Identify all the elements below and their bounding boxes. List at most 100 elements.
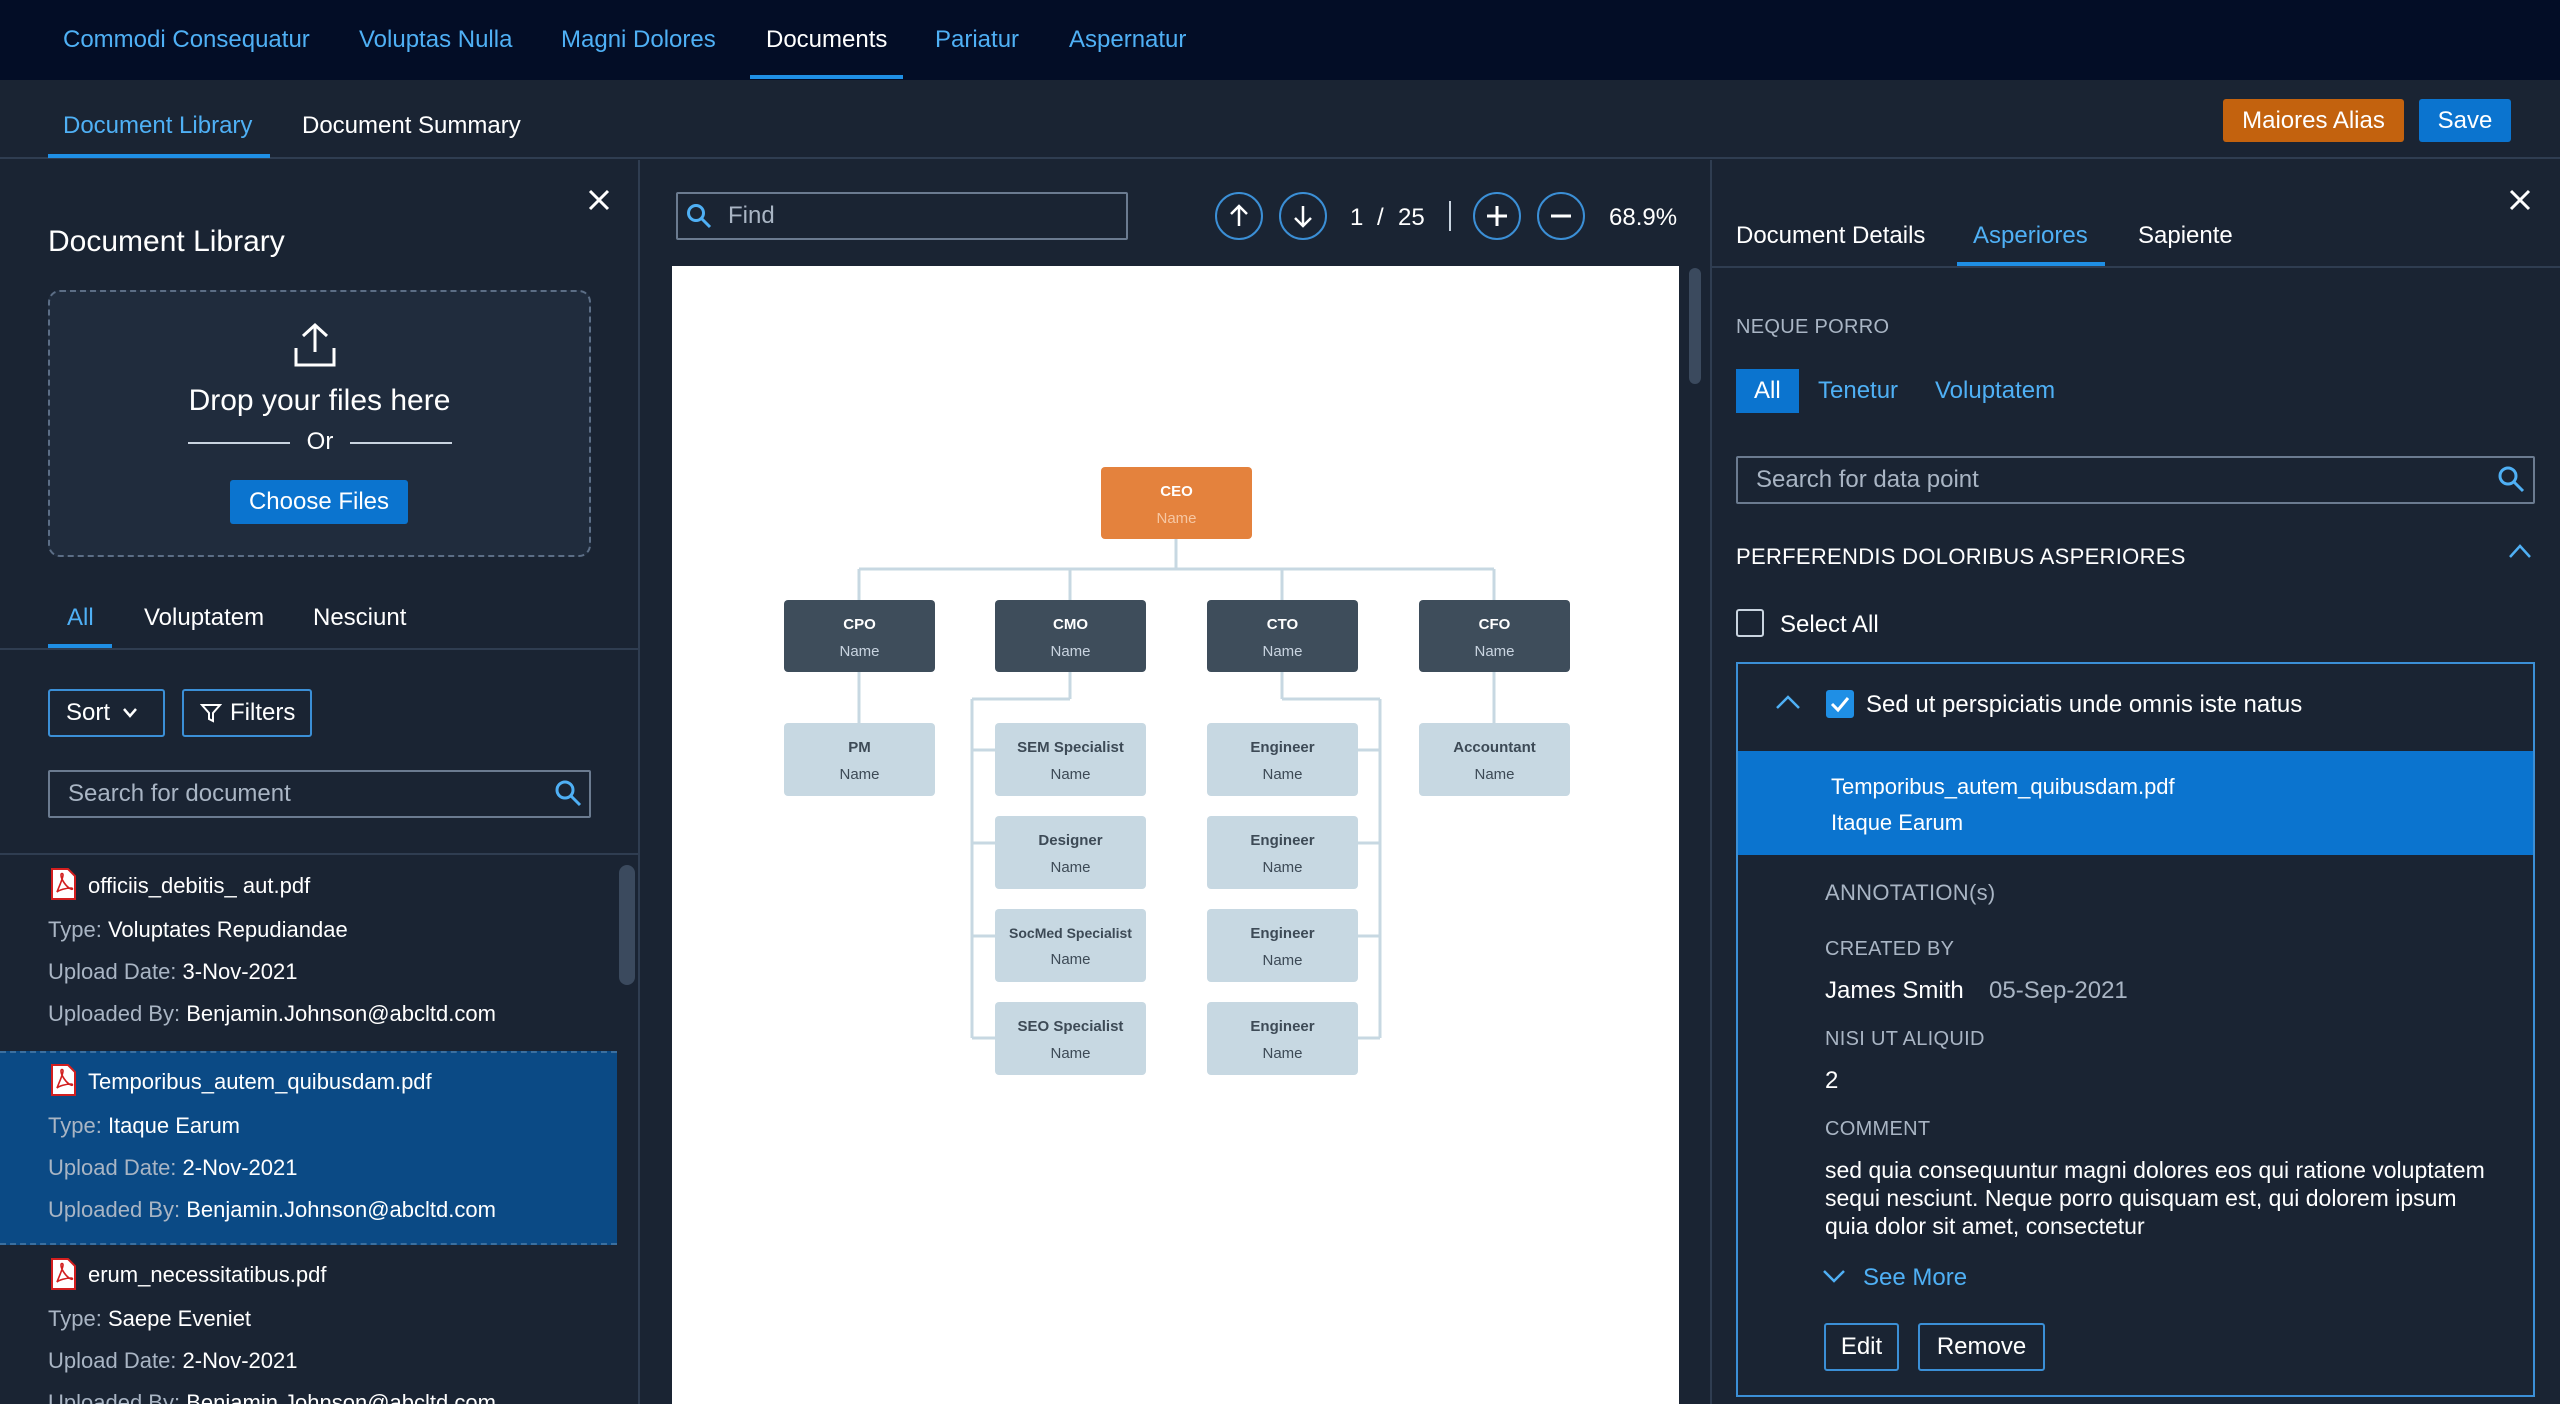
uploaded-by-label: Uploaded By:	[48, 1197, 181, 1222]
sort-button[interactable]: Sort	[48, 689, 165, 737]
topnav-item-magni[interactable]: Magni Dolores	[561, 0, 716, 80]
org-node-title: Engineer	[1250, 925, 1315, 942]
data-point-search-icon[interactable]	[2497, 465, 2525, 493]
close-details-icon[interactable]	[2508, 188, 2532, 212]
document-uploaded-by: Benjamin.Johnson@abcltd.com	[186, 1001, 496, 1026]
org-chart-connectors	[857, 539, 1496, 1040]
org-node-title: PM	[848, 739, 871, 756]
topnav-item-aspernatur[interactable]: Aspernatur	[1069, 0, 1186, 80]
topnav-item-commodi[interactable]: Commodi Consequatur	[63, 0, 310, 80]
page-current[interactable]: 1	[1350, 204, 1363, 232]
created-by-name: James Smith	[1825, 977, 1964, 1004]
collapse-chevron-icon[interactable]	[1775, 694, 1801, 710]
subtab-active-indicator	[48, 154, 270, 158]
card-file-name: Temporibus_autem_quibusdam.pdf	[1831, 774, 2175, 799]
document-list-scrollbar[interactable]	[619, 865, 635, 985]
choose-files-button[interactable]: Choose Files	[230, 480, 408, 524]
type-label: Type:	[48, 1306, 102, 1331]
select-all-label: Select All	[1780, 611, 1879, 638]
remove-button[interactable]: Remove	[1918, 1323, 2045, 1371]
document-name: erum_necessitatibus.pdf	[88, 1262, 327, 1287]
document-name: Temporibus_autem_quibusdam.pdf	[88, 1069, 432, 1094]
comment-line: quia dolor sit amet, consectetur	[1825, 1213, 2145, 1239]
org-node-name: Name	[1156, 510, 1197, 527]
topnav-item-pariatur[interactable]: Pariatur	[935, 0, 1019, 80]
uploaded-by-label: Uploaded By:	[48, 1001, 181, 1026]
find-placeholder: Find	[728, 202, 775, 229]
filter-all[interactable]: All	[1736, 369, 1799, 413]
edit-button[interactable]: Edit	[1824, 1323, 1899, 1371]
close-library-icon[interactable]	[587, 188, 611, 212]
zoom-out-button[interactable]	[1537, 192, 1585, 240]
org-node-seo-specialist: SEO Specialist Name	[995, 1002, 1146, 1075]
pdf-file-icon	[51, 1258, 76, 1290]
chevron-down-icon	[123, 708, 137, 718]
library-tab-divider	[0, 648, 640, 650]
document-uploaded-by: Benjamin.Johnson@abcltd.com	[186, 1197, 496, 1222]
document-list-item[interactable]: officiis_debitis_ aut.pdf Type: Voluptat…	[0, 856, 617, 1050]
topnav-item-voluptas[interactable]: Voluptas Nulla	[359, 0, 512, 80]
find-search-icon	[686, 203, 712, 229]
top-navigation: Commodi Consequatur Voluptas Nulla Magni…	[0, 0, 2560, 80]
previous-page-button[interactable]	[1215, 192, 1263, 240]
plus-icon	[1487, 206, 1507, 226]
tab-sapiente[interactable]: Sapiente	[2138, 222, 2233, 250]
document-uploaded-by: Benjamin.Johnson@abcltd.com	[186, 1390, 496, 1404]
data-point-search-input[interactable]: Search for data point	[1736, 456, 2535, 504]
document-list-item[interactable]: erum_necessitatibus.pdf Type: Saepe Even…	[0, 1246, 617, 1404]
document-search-input[interactable]: Search for document	[48, 770, 591, 818]
search-icon[interactable]	[554, 779, 582, 807]
org-node-title: CFO	[1478, 616, 1511, 633]
library-title: Document Library	[48, 225, 285, 258]
tab-document-summary[interactable]: Document Summary	[302, 80, 521, 159]
chevron-up-icon[interactable]	[2508, 543, 2532, 559]
org-node-name: Name	[1050, 951, 1091, 968]
document-upload-date: 3-Nov-2021	[182, 959, 298, 984]
comment-caption: COMMENT	[1825, 1118, 1931, 1140]
card-checkbox[interactable]	[1826, 690, 1854, 718]
org-node-engineer: Engineer Name	[1207, 1002, 1358, 1075]
org-node-cto: CTO Name	[1207, 600, 1358, 672]
library-tab-voluptatem[interactable]: Voluptatem	[144, 604, 264, 632]
document-list-item-selected[interactable]: Temporibus_autem_quibusdam.pdf Type: Ita…	[0, 1051, 617, 1245]
topnav-item-documents[interactable]: Documents	[766, 0, 887, 80]
upload-date-label: Upload Date:	[48, 1155, 177, 1180]
tab-document-details[interactable]: Document Details	[1736, 222, 1925, 250]
library-tab-nesciunt[interactable]: Nesciunt	[313, 604, 406, 632]
document-type: Itaque Earum	[107, 1113, 241, 1138]
viewer-scrollbar[interactable]	[1689, 268, 1701, 384]
org-node-cpo: CPO Name	[784, 600, 935, 672]
filter-tenetur[interactable]: Tenetur	[1818, 369, 1898, 413]
sort-label: Sort	[66, 699, 111, 726]
upload-icon	[293, 322, 337, 368]
zoom-in-button[interactable]	[1473, 192, 1521, 240]
list-top-divider	[0, 853, 640, 855]
org-node-name: Name	[1050, 766, 1091, 783]
card-file-reference[interactable]	[1738, 751, 2533, 855]
org-node-name: Name	[1262, 766, 1303, 783]
org-node-title: Engineer	[1250, 739, 1315, 756]
filters-button[interactable]: Filters	[182, 689, 312, 737]
org-node-name: Name	[1262, 1045, 1303, 1062]
filter-voluptatem[interactable]: Voluptatem	[1935, 369, 2055, 413]
document-type: Voluptates Repudiandae	[107, 917, 348, 942]
maiores-alias-button[interactable]: Maiores Alias	[2223, 99, 2404, 142]
org-node-title: CEO	[1160, 483, 1193, 500]
or-text: Or	[306, 428, 334, 455]
find-input[interactable]: Find	[676, 192, 1128, 240]
select-all-checkbox[interactable]	[1736, 609, 1764, 637]
created-by-caption: CREATED BY	[1825, 938, 1955, 960]
tab-document-library[interactable]: Document Library	[63, 80, 252, 159]
tab-asperiores[interactable]: Asperiores	[1973, 222, 2088, 250]
org-node-title: Engineer	[1250, 1018, 1315, 1035]
next-page-button[interactable]	[1279, 192, 1327, 240]
org-node-engineer: Engineer Name	[1207, 816, 1358, 889]
org-node-pm: PM Name	[784, 723, 935, 796]
save-button[interactable]: Save	[2419, 99, 2511, 142]
library-tab-all[interactable]: All	[67, 604, 94, 632]
org-node-name: Name	[1474, 643, 1515, 660]
org-node-name: Name	[1262, 643, 1303, 660]
zoom-level: 68.9%	[1609, 204, 1678, 231]
see-more-link[interactable]: See More	[1863, 1264, 1967, 1292]
document-search-placeholder: Search for document	[68, 780, 291, 807]
